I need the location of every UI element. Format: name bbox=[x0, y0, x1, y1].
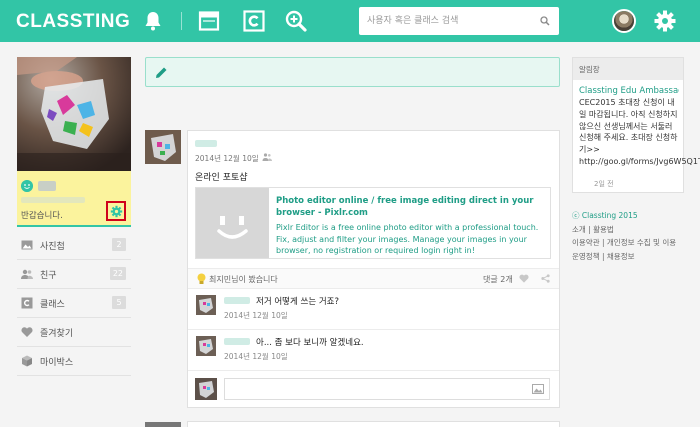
comment-author-blurred[interactable] bbox=[224, 297, 250, 304]
notice-board: 알림장 Classting Edu Ambassador CEC2015 초대장… bbox=[572, 57, 700, 193]
comment-count[interactable]: 댓글 2개 bbox=[483, 274, 513, 285]
classting-logo[interactable]: CLASSTING bbox=[16, 11, 130, 33]
photo-album-icon bbox=[21, 240, 33, 250]
profile-greeting: 반갑습니다. bbox=[21, 211, 63, 221]
menu-item-photo-album[interactable]: 사진첩 2 bbox=[17, 231, 131, 260]
header-divider bbox=[181, 12, 182, 30]
search-input[interactable] bbox=[367, 13, 532, 29]
bell-icon[interactable] bbox=[141, 9, 165, 33]
attach-image-icon[interactable] bbox=[532, 384, 544, 394]
profile-name-blurred bbox=[38, 181, 56, 191]
profile-subtitle-blurred bbox=[21, 197, 85, 203]
like-heart-icon[interactable] bbox=[519, 274, 529, 283]
read-by-text[interactable]: 최지민님이 봤습니다 bbox=[209, 274, 278, 285]
footer-line-about[interactable]: 소개 | 활용법 bbox=[572, 223, 692, 237]
gear-icon bbox=[110, 205, 122, 217]
footer-links: ⓒ Classting 2015 소개 | 활용법 이용약관 | 개인정보 수집… bbox=[572, 209, 692, 263]
pencil-icon bbox=[156, 67, 167, 78]
calendar-icon[interactable] bbox=[197, 9, 221, 33]
notice-body[interactable]: CEC2015 초대장 신청이 내일 마감됩니다. 아직 신청하지 않으신 선생… bbox=[579, 97, 700, 168]
menu-item-favorites[interactable]: 즐겨찾기 bbox=[17, 318, 131, 347]
comment-avatar[interactable] bbox=[196, 336, 216, 356]
footer-line-policy[interactable]: 운영정책 | 채용정보 bbox=[572, 250, 692, 264]
menu-label: 친구 bbox=[40, 271, 57, 281]
menu-item-friends[interactable]: 친구 22 bbox=[17, 260, 131, 289]
classting-c-icon[interactable] bbox=[242, 9, 266, 33]
user-class-search bbox=[359, 7, 559, 35]
menu-count: 5 bbox=[112, 296, 126, 309]
profile-card: 반갑습니다. bbox=[17, 171, 131, 227]
post-card: 2014년 12월 10일 온라인 포토샵 Photo editor onlin… bbox=[187, 130, 560, 408]
post-author-name-blurred[interactable] bbox=[195, 140, 217, 147]
footer-line-terms[interactable]: 이용약관 | 개인정보 수집 및 이용 bbox=[572, 236, 692, 250]
search-icon[interactable] bbox=[540, 16, 550, 26]
link-thumbnail bbox=[196, 188, 269, 258]
next-post-avatar[interactable] bbox=[145, 422, 181, 427]
comment-text: 아... 좀 보다 보니까 알겠네요. bbox=[256, 338, 364, 348]
menu-label: 클래스 bbox=[40, 300, 65, 310]
menu-label: 즐겨찾기 bbox=[40, 329, 74, 339]
next-post-card bbox=[187, 421, 560, 427]
post-action-bar: 최지민님이 봤습니다 댓글 2개 bbox=[188, 268, 559, 289]
post-date: 2014년 12월 10일 bbox=[195, 154, 259, 163]
post-author-avatar[interactable] bbox=[145, 130, 181, 164]
smiley-icon bbox=[21, 180, 33, 192]
comment-input[interactable] bbox=[230, 382, 520, 396]
comment-reply-row bbox=[188, 373, 559, 407]
mybox-cube-icon bbox=[22, 355, 32, 367]
notice-header: 알림장 bbox=[573, 58, 683, 80]
notice-title[interactable]: Classting Edu Ambassador bbox=[579, 86, 679, 96]
link-title[interactable]: Photo editor online / free image editing… bbox=[276, 195, 546, 219]
comment-date: 2014년 12월 10일 bbox=[224, 352, 288, 361]
audience-icon bbox=[262, 153, 272, 161]
comment-item: 아... 좀 보다 보니까 알겠네요. 2014년 12월 10일 bbox=[188, 330, 559, 371]
comment-date: 2014년 12월 10일 bbox=[224, 311, 288, 320]
lightbulb-icon bbox=[197, 273, 206, 284]
comment-input-box bbox=[224, 378, 550, 400]
post-composer[interactable] bbox=[145, 57, 560, 87]
comment-avatar[interactable] bbox=[196, 295, 216, 315]
reply-user-avatar bbox=[195, 378, 217, 400]
notice-date: 2일 전 bbox=[594, 180, 614, 188]
user-avatar[interactable] bbox=[612, 9, 636, 33]
friends-icon bbox=[21, 269, 33, 279]
comment-author-blurred[interactable] bbox=[224, 338, 250, 345]
zoom-plus-icon[interactable] bbox=[284, 9, 308, 33]
profile-settings-button[interactable] bbox=[106, 201, 126, 221]
menu-item-mybox[interactable]: 마이박스 bbox=[17, 347, 131, 376]
profile-photo[interactable] bbox=[17, 57, 131, 171]
smiley-placeholder-icon bbox=[217, 216, 248, 239]
favorites-heart-icon bbox=[21, 327, 33, 337]
share-icon[interactable] bbox=[541, 274, 550, 283]
post-text: 온라인 포토샵 bbox=[195, 173, 248, 183]
comment-text: 저거 어떻게 쓰는 거죠? bbox=[256, 297, 339, 307]
menu-label: 사진첩 bbox=[40, 242, 65, 252]
menu-count: 2 bbox=[112, 238, 126, 251]
notice-header-label: 알림장 bbox=[579, 65, 600, 74]
settings-icon[interactable] bbox=[653, 9, 677, 33]
copyright: ⓒ Classting 2015 bbox=[572, 211, 638, 220]
side-menu: 사진첩 2 친구 22 클래스 5 즐겨찾기 마이박스 bbox=[17, 231, 131, 376]
comment-item: 저거 어떻게 쓰는 거죠? 2014년 12월 10일 bbox=[188, 289, 559, 330]
link-preview-card[interactable]: Photo editor online / free image editing… bbox=[195, 187, 551, 259]
class-icon bbox=[21, 297, 33, 309]
top-navigation-bar: CLASSTING bbox=[0, 0, 700, 42]
link-description: Pixlr Editor is a free online photo edit… bbox=[276, 223, 539, 255]
menu-item-class[interactable]: 클래스 5 bbox=[17, 289, 131, 318]
menu-label: 마이박스 bbox=[40, 358, 74, 368]
menu-count: 22 bbox=[109, 267, 126, 280]
